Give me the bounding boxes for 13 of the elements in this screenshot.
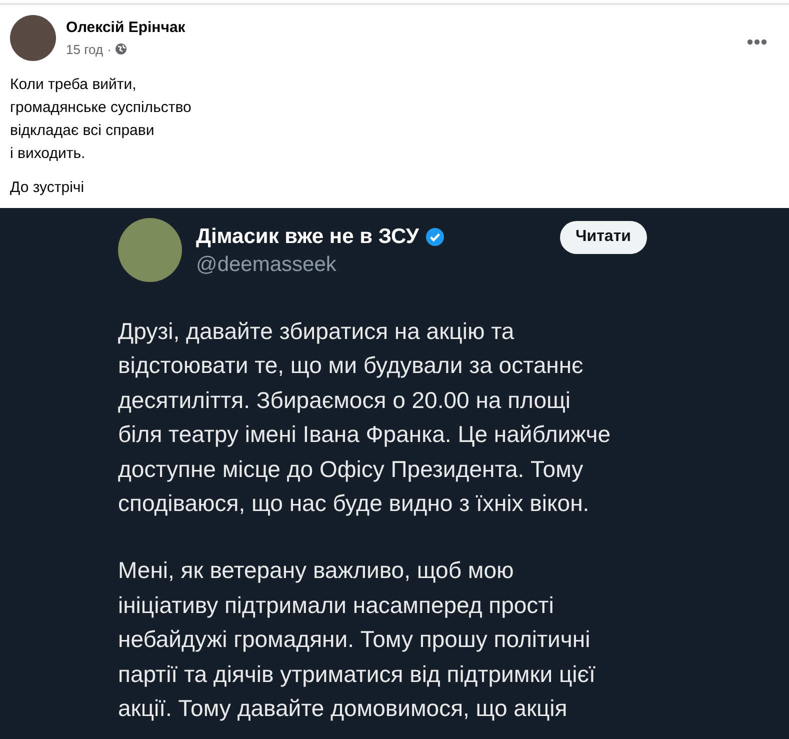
author-name[interactable]: Олексій Ерінчак: [66, 17, 186, 40]
more-options-icon[interactable]: [747, 39, 767, 45]
globe-icon: [115, 43, 128, 56]
tweet-paragraph: Мені, як ветерану важливо, щоб мою ініціативу підтримали насамперед прості небайдужі громадяни. Тому прошу політичні партії та діячів утриматися від підтримки цієї акції. Тому давайте домовимося, що акція: [118, 556, 596, 724]
tweet-handle: @deemasseek: [196, 252, 338, 278]
tweet-paragraph: Друзі, давайте збиратися на акцію та відстоювати те, що ми будували за останнє десятиліття. Збираємося о 20.00 на площі біля театру імені Івана Франка. Це найближче доступне місце до Офісу Президента. Тому сподіваюся, що нас буде видно з їхніх вікон.: [118, 316, 612, 518]
tweet-author-name: Дімасик вже не в ЗСУ: [196, 224, 419, 250]
post-closing-text: До зустрічі: [10, 178, 86, 198]
post-text: Коли треба вийти, громадянське суспільство відкладає всі справи і виходить.: [10, 75, 192, 164]
separator-dot: ·: [107, 40, 112, 58]
read-button[interactable]: Читати: [560, 220, 647, 254]
avatar-photo-placeholder[interactable]: [10, 15, 56, 61]
post-time[interactable]: 15 год: [66, 40, 104, 59]
